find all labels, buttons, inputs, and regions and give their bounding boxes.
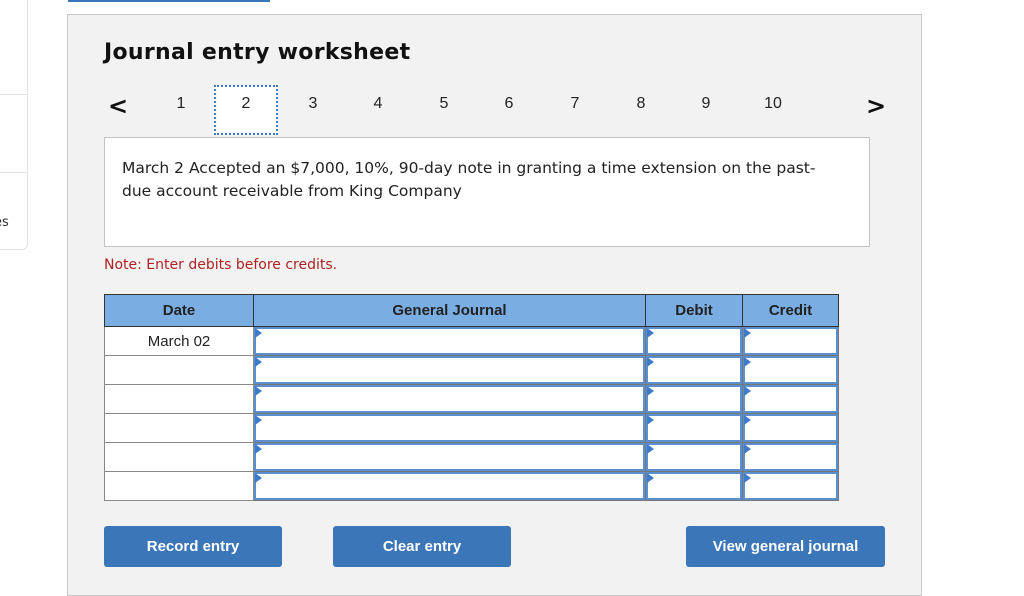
page-3[interactable]: 3: [298, 95, 328, 113]
account-cell: [253, 413, 646, 443]
account-input[interactable]: [254, 443, 645, 471]
header-credit: Credit: [742, 294, 839, 327]
dropdown-marker-icon: [255, 357, 262, 367]
view-general-journal-button[interactable]: View general journal: [686, 526, 885, 567]
account-input[interactable]: [254, 356, 645, 384]
table-header-row: Date General Journal Debit Credit: [104, 294, 839, 327]
account-cell: [253, 326, 646, 356]
dropdown-marker-icon: [255, 386, 262, 396]
dropdown-marker-icon: [647, 357, 654, 367]
header-debit: Debit: [645, 294, 743, 327]
debit-input[interactable]: [646, 356, 742, 384]
credit-cell: [742, 384, 839, 414]
date-cell: [104, 471, 254, 501]
debit-input[interactable]: [646, 443, 742, 471]
dropdown-marker-icon: [255, 328, 262, 338]
sidebar-card[interactable]: [0, 172, 28, 250]
date-cell: [104, 384, 254, 414]
dropdown-marker-icon: [744, 357, 751, 367]
page-6[interactable]: 6: [494, 95, 524, 113]
account-cell: [253, 384, 646, 414]
dropdown-marker-icon: [647, 386, 654, 396]
record-entry-button[interactable]: Record entry: [104, 526, 282, 567]
header-date: Date: [104, 294, 254, 327]
sidebar-item-label[interactable]: es: [0, 215, 9, 230]
table-row: [104, 442, 839, 472]
dropdown-marker-icon: [255, 415, 262, 425]
dropdown-marker-icon: [647, 473, 654, 483]
header-general-journal: General Journal: [253, 294, 646, 327]
account-cell: [253, 355, 646, 385]
credit-cell: [742, 326, 839, 356]
credit-input[interactable]: [743, 414, 838, 442]
dropdown-marker-icon: [744, 415, 751, 425]
debit-cell: [645, 442, 743, 472]
debit-cell: [645, 413, 743, 443]
page-1[interactable]: 1: [166, 95, 196, 113]
dropdown-marker-icon: [255, 444, 262, 454]
account-cell: [253, 442, 646, 472]
table-row: [104, 384, 839, 414]
account-input[interactable]: [254, 472, 645, 500]
debit-cell: [645, 471, 743, 501]
chevron-right-icon[interactable]: >: [866, 92, 886, 120]
date-cell: [104, 442, 254, 472]
sidebar-card[interactable]: [0, 0, 28, 95]
question-text: March 2 Accepted an $7,000, 10%, 90-day …: [122, 159, 816, 200]
account-input[interactable]: [254, 327, 645, 355]
debit-cell: [645, 384, 743, 414]
dropdown-marker-icon: [744, 473, 751, 483]
account-input[interactable]: [254, 385, 645, 413]
debit-input[interactable]: [646, 472, 742, 500]
page-4[interactable]: 4: [363, 95, 393, 113]
date-cell: March 02: [104, 326, 254, 356]
page-8[interactable]: 8: [626, 95, 656, 113]
question-box: March 2 Accepted an $7,000, 10%, 90-day …: [104, 137, 870, 247]
credit-input[interactable]: [743, 327, 838, 355]
debit-input[interactable]: [646, 414, 742, 442]
account-input[interactable]: [254, 414, 645, 442]
credit-input[interactable]: [743, 385, 838, 413]
page-10[interactable]: 10: [758, 95, 788, 113]
page-navigator: < 1 2 3 4 5 6 7 8 9 10 >: [0, 85, 1024, 138]
credit-cell: [742, 355, 839, 385]
debit-cell: [645, 355, 743, 385]
debit-input[interactable]: [646, 327, 742, 355]
date-cell: [104, 355, 254, 385]
credit-cell: [742, 413, 839, 443]
worksheet-title: Journal entry worksheet: [104, 40, 411, 65]
page-9[interactable]: 9: [691, 95, 721, 113]
credit-input[interactable]: [743, 472, 838, 500]
account-cell: [253, 471, 646, 501]
dropdown-marker-icon: [255, 473, 262, 483]
dropdown-marker-icon: [647, 444, 654, 454]
dropdown-marker-icon: [647, 415, 654, 425]
date-cell: [104, 413, 254, 443]
dropdown-marker-icon: [744, 328, 751, 338]
page-5[interactable]: 5: [429, 95, 459, 113]
credit-input[interactable]: [743, 356, 838, 384]
active-tab-indicator: [68, 0, 270, 2]
credit-cell: [742, 471, 839, 501]
page-2-active[interactable]: 2: [214, 85, 278, 135]
dropdown-marker-icon: [647, 328, 654, 338]
table-row: [104, 355, 839, 385]
chevron-left-icon[interactable]: <: [108, 92, 128, 120]
table-row: [104, 471, 839, 501]
journal-table: Date General Journal Debit Credit March …: [104, 294, 839, 501]
credit-input[interactable]: [743, 443, 838, 471]
dropdown-marker-icon: [744, 444, 751, 454]
table-row: [104, 413, 839, 443]
debit-cell: [645, 326, 743, 356]
table-row: March 02: [104, 326, 839, 356]
credit-cell: [742, 442, 839, 472]
instruction-note: Note: Enter debits before credits.: [104, 257, 338, 273]
page-7[interactable]: 7: [560, 95, 590, 113]
debit-input[interactable]: [646, 385, 742, 413]
clear-entry-button[interactable]: Clear entry: [333, 526, 511, 567]
dropdown-marker-icon: [744, 386, 751, 396]
